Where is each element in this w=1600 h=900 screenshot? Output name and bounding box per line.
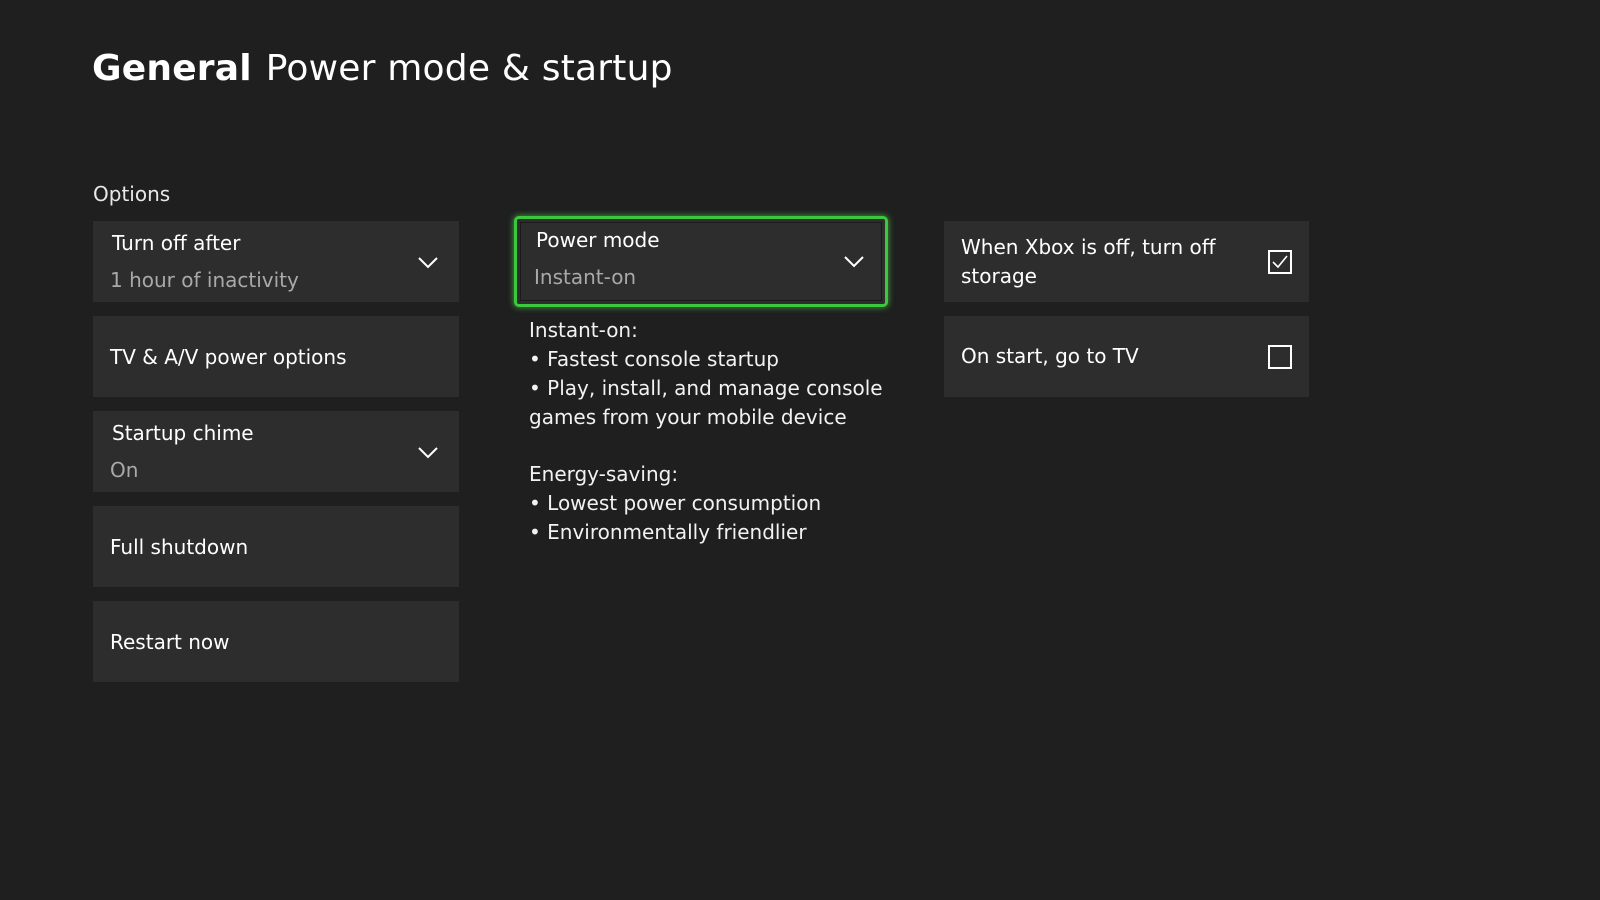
page-subtitle: Power mode & startup (265, 48, 673, 89)
tv-av-power-options-button[interactable]: TV & A/V power options (93, 316, 459, 397)
startup-chime-label: Startup chime (112, 421, 254, 445)
chevron-down-icon (418, 257, 438, 269)
settings-page: General Power mode & startup Options Turn… (0, 0, 1600, 900)
full-shutdown-button[interactable]: Full shutdown (93, 506, 459, 587)
instant-on-bullet: • Play, install, and manage console game… (529, 376, 883, 429)
instant-on-bullet: • Fastest console startup (529, 347, 779, 371)
restart-now-label: Restart now (110, 629, 230, 654)
checkmark-icon (1272, 255, 1288, 269)
page-title: General Power mode & startup (92, 48, 673, 89)
section-title: General (92, 48, 252, 89)
energy-saving-heading: Energy-saving: (529, 462, 679, 486)
storage-off-label: When Xbox is off, turn off storage (961, 235, 1216, 288)
start-tv-checkbox-tile[interactable]: On start, go to TV (944, 316, 1309, 397)
energy-saving-bullet: • Environmentally friendlier (529, 520, 807, 544)
startup-chime-value: On (110, 458, 139, 482)
restart-now-button[interactable]: Restart now (93, 601, 459, 682)
instant-on-heading: Instant-on: (529, 318, 638, 342)
start-tv-checkbox[interactable] (1268, 345, 1292, 369)
chevron-down-icon (418, 447, 438, 459)
power-mode-value: Instant-on (534, 265, 637, 289)
full-shutdown-label: Full shutdown (110, 534, 249, 559)
startup-chime-dropdown[interactable]: Startup chime On (93, 411, 459, 492)
storage-off-checkbox-tile[interactable]: When Xbox is off, turn off storage (944, 221, 1309, 302)
start-tv-label: On start, go to TV (961, 344, 1139, 368)
turn-off-after-label: Turn off after (112, 231, 241, 255)
storage-off-checkbox[interactable] (1268, 250, 1292, 274)
options-heading: Options (93, 182, 171, 206)
turn-off-after-dropdown[interactable]: Turn off after 1 hour of inactivity (93, 221, 459, 302)
energy-saving-bullet: • Lowest power consumption (529, 491, 822, 515)
power-mode-dropdown[interactable]: Power mode Instant-on (514, 216, 888, 307)
chevron-down-icon (844, 256, 864, 268)
turn-off-after-value: 1 hour of inactivity (110, 268, 299, 292)
power-mode-label: Power mode (536, 228, 660, 252)
tv-av-power-options-label: TV & A/V power options (110, 344, 347, 369)
power-mode-description: Instant-on: • Fastest console startup • … (529, 316, 889, 547)
